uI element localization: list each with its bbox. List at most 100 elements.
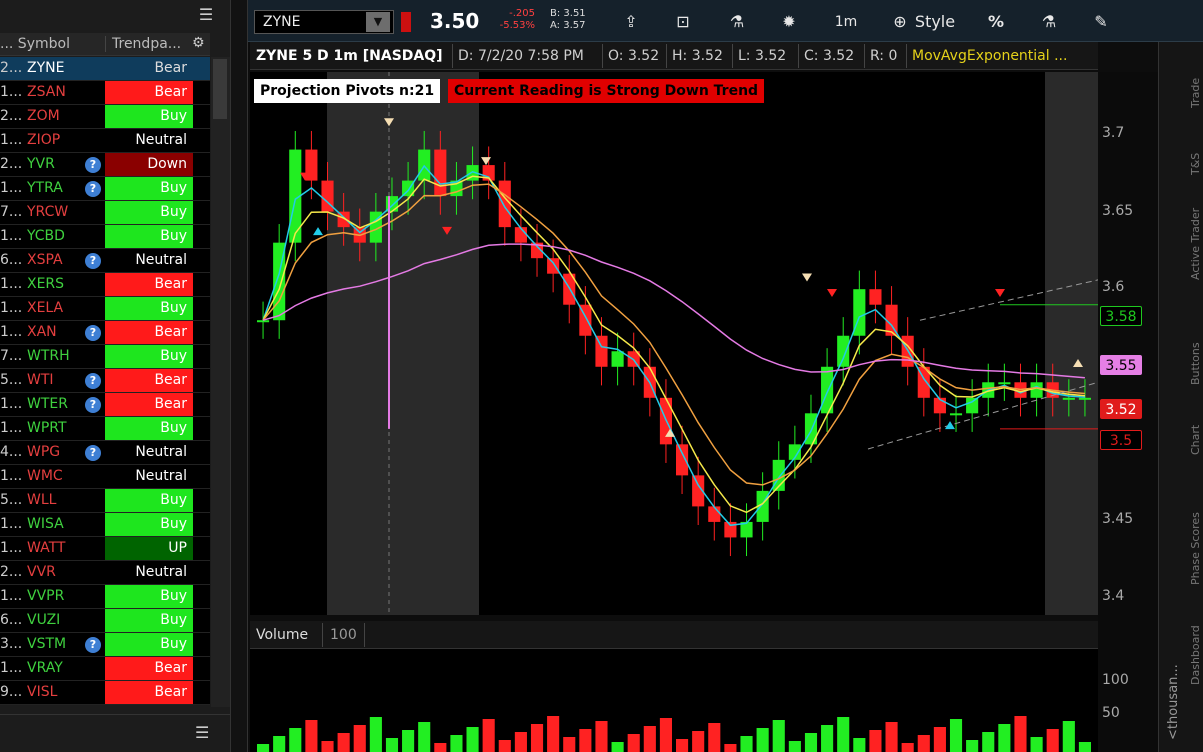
studies-flask-icon[interactable]: ⚗ bbox=[722, 10, 752, 34]
alert-icon[interactable]: ⊡ bbox=[668, 10, 698, 34]
watchlist-row[interactable]: 1... YCBD Buy bbox=[0, 225, 210, 249]
info-icon[interactable]: ? bbox=[85, 181, 101, 197]
tab-active-trader[interactable]: Active Trader bbox=[1189, 185, 1203, 280]
volume-bar bbox=[579, 729, 592, 752]
row-trend: Buy bbox=[105, 513, 193, 536]
chevron-down-icon[interactable]: ▼ bbox=[366, 12, 390, 32]
volume-bar bbox=[1030, 737, 1043, 752]
row-trend: Bear bbox=[105, 393, 193, 416]
watchlist-row[interactable]: 1... WPRT Buy bbox=[0, 417, 210, 441]
watchlist-row[interactable]: 1... XAN? Bear bbox=[0, 321, 210, 345]
tab-phase-scores[interactable]: Phase Scores bbox=[1189, 470, 1203, 585]
row-symbol: WTI bbox=[27, 372, 54, 388]
drawing-icon[interactable]: ✎ bbox=[1088, 10, 1114, 34]
buy-arrow bbox=[945, 421, 955, 430]
style-button[interactable]: Style bbox=[912, 10, 958, 34]
watchlist-row[interactable]: 4... WPG? Neutral bbox=[0, 441, 210, 465]
percent-icon[interactable]: % bbox=[983, 10, 1009, 34]
ask-price: A: 3.57 bbox=[550, 20, 586, 31]
row-prefix: 4... bbox=[0, 444, 22, 460]
tab-dashboard[interactable]: Dashboard bbox=[1189, 600, 1203, 685]
watchlist-row[interactable]: 6... VUZI Buy bbox=[0, 609, 210, 633]
tab-trade[interactable]: Trade bbox=[1189, 48, 1203, 108]
symbol-column-header[interactable]: ... Symbol bbox=[0, 36, 104, 52]
panel-splitter[interactable] bbox=[230, 0, 248, 752]
watchlist-scrollbar[interactable] bbox=[211, 57, 230, 707]
volume-bar bbox=[321, 741, 334, 752]
watchlist-row[interactable]: 1... ZSAN Bear bbox=[0, 81, 210, 105]
interval-button[interactable]: 1m bbox=[828, 10, 864, 34]
row-symbol: WISA bbox=[27, 516, 64, 532]
tab-t-s[interactable]: T&S bbox=[1189, 120, 1203, 175]
watchlist-panel: ☰ ... Symbol Trendpa... ⚙ 2... ZYNE Bear 1.… bbox=[0, 0, 230, 752]
flask-icon[interactable]: ⚗ bbox=[1036, 10, 1062, 34]
candle-style-icon[interactable]: ⊕ bbox=[890, 10, 910, 34]
row-prefix: 1... bbox=[0, 588, 22, 604]
watchlist-footer: ☰ bbox=[0, 714, 230, 752]
info-icon[interactable]: ? bbox=[85, 445, 101, 461]
watchlist-toolbar: ☰ bbox=[0, 0, 230, 32]
watchlist-row[interactable]: 1... ZIOP Neutral bbox=[0, 129, 210, 153]
watchlist-row[interactable]: 1... WMC Neutral bbox=[0, 465, 210, 489]
watchlist-row[interactable]: 2... ZYNE Bear bbox=[0, 57, 210, 81]
price-label: 3.52 bbox=[1100, 399, 1142, 419]
scrollbar-thumb[interactable] bbox=[213, 59, 227, 119]
watchlist-row[interactable]: 3... VSTM? Buy bbox=[0, 633, 210, 657]
watchlist-row[interactable]: 1... XELA Buy bbox=[0, 297, 210, 321]
row-prefix: 7... bbox=[0, 204, 22, 220]
row-prefix: 1... bbox=[0, 228, 22, 244]
pre-market-shade bbox=[327, 72, 479, 615]
menu-icon[interactable]: ☰ bbox=[195, 4, 217, 26]
buy-arrow bbox=[313, 227, 323, 236]
volume-bar bbox=[402, 730, 415, 752]
info-icon[interactable]: ? bbox=[85, 373, 101, 389]
watchlist-row[interactable]: 1... VRAY Bear bbox=[0, 657, 210, 681]
watchlist-row[interactable]: 1... XERS Bear bbox=[0, 273, 210, 297]
info-icon[interactable]: ? bbox=[85, 325, 101, 341]
tab-chart[interactable]: Chart bbox=[1189, 400, 1203, 455]
share-icon[interactable]: ⇪ bbox=[616, 10, 646, 34]
tab-buttons[interactable]: Buttons bbox=[1189, 290, 1203, 385]
volume-bar bbox=[353, 725, 366, 752]
row-trend: Buy bbox=[105, 177, 193, 200]
watchlist-row[interactable]: 1... WTER? Bear bbox=[0, 393, 210, 417]
watchlist-row[interactable]: 2... ZOM Buy bbox=[0, 105, 210, 129]
info-icon[interactable]: ? bbox=[85, 157, 101, 173]
volume-bar bbox=[917, 735, 930, 752]
study-label[interactable]: MovAvgExponential ... bbox=[912, 46, 1067, 66]
watchlist-row[interactable]: 6... XSPA? Neutral bbox=[0, 249, 210, 273]
volume-bar bbox=[563, 737, 576, 752]
row-symbol: WLL bbox=[27, 492, 57, 508]
watchlist-row[interactable]: 1... WATT UP bbox=[0, 537, 210, 561]
row-prefix: 6... bbox=[0, 252, 22, 268]
candle bbox=[708, 506, 721, 522]
price-label: 3.58 bbox=[1100, 306, 1142, 326]
gear-icon[interactable]: ⚙ bbox=[192, 35, 205, 51]
watchlist-row[interactable]: 9... VISL Bear bbox=[0, 681, 210, 705]
watchlist-row[interactable]: 1... WISA Buy bbox=[0, 513, 210, 537]
watchlist-row[interactable]: 7... YRCW Buy bbox=[0, 201, 210, 225]
row-symbol: VRAY bbox=[27, 660, 63, 676]
volume-bar bbox=[659, 718, 672, 752]
volume-bar bbox=[982, 732, 995, 752]
row-prefix: 1... bbox=[0, 396, 22, 412]
price-chart[interactable] bbox=[250, 72, 1098, 615]
info-icon[interactable]: ? bbox=[85, 253, 101, 269]
volume-bar bbox=[385, 738, 399, 752]
watchlist-row[interactable]: 2... YVR? Down bbox=[0, 153, 210, 177]
row-trend: Neutral bbox=[105, 441, 193, 464]
info-icon[interactable]: ? bbox=[85, 397, 101, 413]
info-icon[interactable]: ? bbox=[85, 637, 101, 653]
watchlist-row[interactable]: 1... YTRA? Buy bbox=[0, 177, 210, 201]
settings-icon[interactable]: ✹ bbox=[774, 10, 804, 34]
watchlist-row[interactable]: 7... WTRH Buy bbox=[0, 345, 210, 369]
row-symbol: WPG bbox=[27, 444, 61, 460]
menu-icon[interactable]: ☰ bbox=[195, 723, 209, 742]
sell-arrow bbox=[481, 157, 491, 166]
watchlist-row[interactable]: 2... VVR Neutral bbox=[0, 561, 210, 585]
watchlist-row[interactable]: 1... VVPR Buy bbox=[0, 585, 210, 609]
trend-column-header[interactable]: Trendpa... bbox=[105, 36, 195, 52]
watchlist-row[interactable]: 5... WLL Buy bbox=[0, 489, 210, 513]
volume-bar bbox=[547, 716, 560, 752]
watchlist-row[interactable]: 5... WTI? Bear bbox=[0, 369, 210, 393]
